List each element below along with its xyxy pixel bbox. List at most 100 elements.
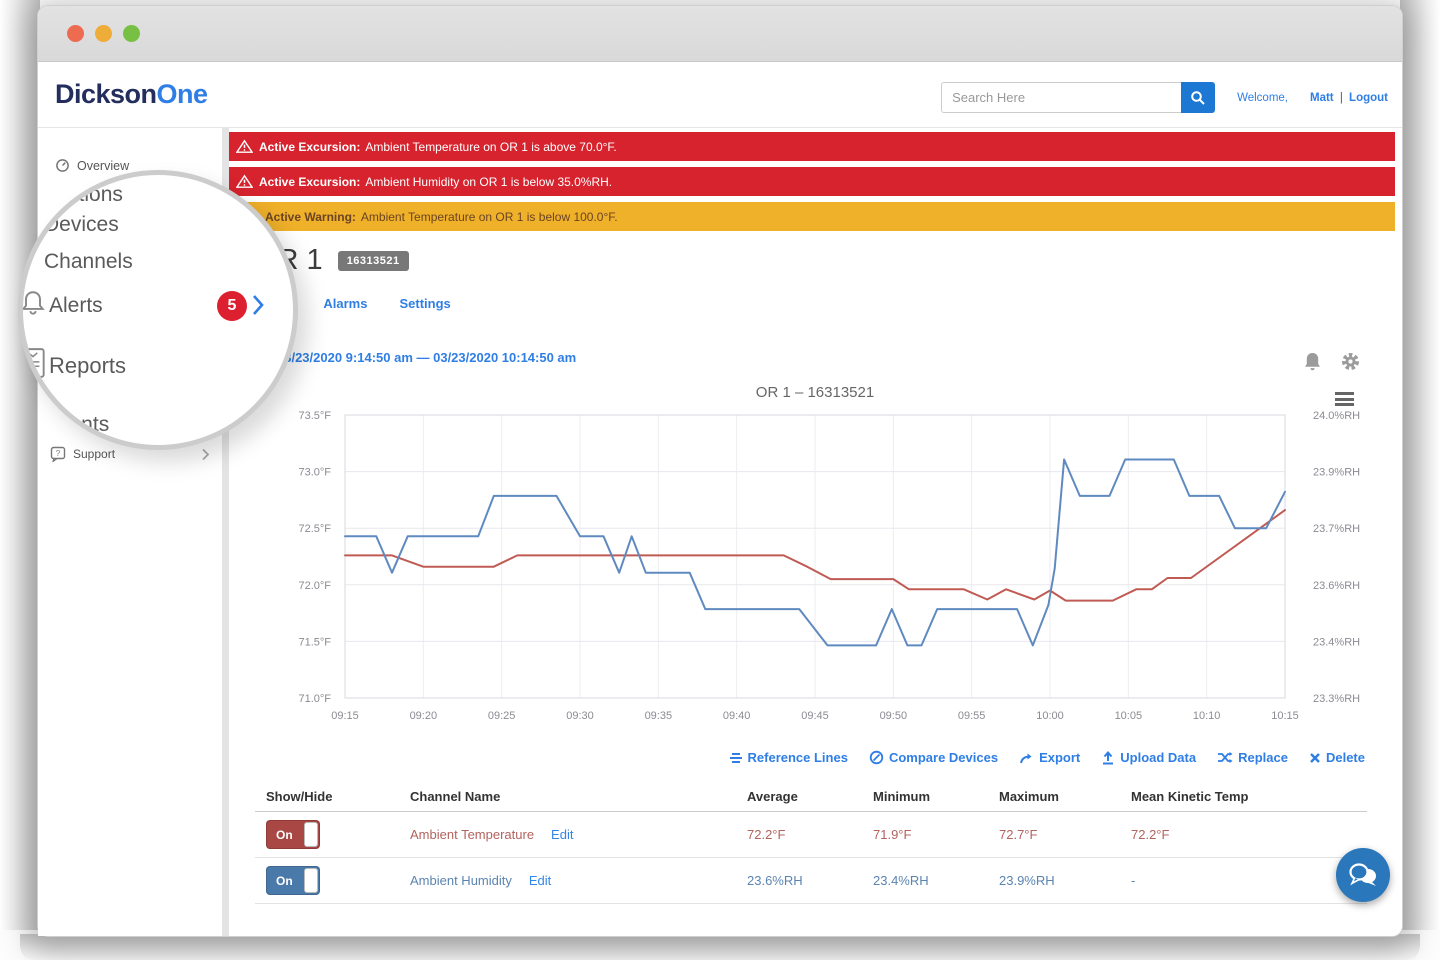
svg-text:73.0°F: 73.0°F [298, 467, 331, 479]
sidebar-item-support[interactable]: ? Support [50, 446, 115, 462]
upload-icon [1101, 751, 1115, 765]
tool-label: Export [1039, 750, 1080, 765]
temperature-toggle[interactable]: On [266, 820, 320, 849]
svg-text:09:40: 09:40 [723, 710, 751, 722]
svg-text:23.9%RH: 23.9%RH [1313, 467, 1360, 479]
svg-text:09:20: 09:20 [410, 710, 438, 722]
window-zoom-button[interactable] [123, 25, 140, 42]
sidebar-item-channels[interactable]: Channels [44, 250, 133, 274]
frame-edge-bottom [20, 934, 1420, 960]
humidity-toggle[interactable]: On [266, 866, 320, 895]
maximum-value: 72.7°F [988, 827, 1120, 842]
reference-lines-icon [729, 751, 743, 765]
col-header-channel: Channel Name [399, 789, 736, 804]
svg-text:23.6%RH: 23.6%RH [1313, 580, 1360, 592]
tool-label: Replace [1238, 750, 1288, 765]
date-range-link[interactable]: 03/23/2020 9:14:50 am — 03/23/2020 10:14… [277, 350, 576, 365]
chart-title: OR 1 – 16313521 [345, 384, 1285, 401]
edit-channel-link[interactable]: Edit [551, 827, 573, 842]
delete-button[interactable]: Delete [1309, 750, 1365, 765]
col-header-showhide: Show/Hide [255, 789, 399, 804]
line-chart: 09:1509:2009:2509:3009:3509:4009:4509:50… [280, 406, 1395, 730]
logo-secondary: One [157, 79, 208, 109]
reference-lines-button[interactable]: Reference Lines [729, 750, 848, 765]
frame-edge-left [0, 0, 40, 930]
svg-text:72.5°F: 72.5°F [298, 523, 331, 535]
sidebar-item-locations[interactable]: Locations [33, 183, 123, 207]
minimum-value: 23.4%RH [862, 873, 988, 888]
tab-alarms[interactable]: Alarms [323, 296, 367, 320]
window-minimize-button[interactable] [95, 25, 112, 42]
export-arrow-icon [1019, 751, 1034, 765]
dicksonone-logo: DicksonOne [55, 79, 208, 110]
edit-channel-link[interactable]: Edit [529, 873, 551, 888]
excursion-banner: Active Excursion: Ambient Temperature on… [229, 132, 1395, 161]
banner-title: Active Warning: [265, 210, 356, 224]
svg-text:09:25: 09:25 [488, 710, 516, 722]
svg-text:09:45: 09:45 [801, 710, 829, 722]
sidebar-item-overview[interactable]: Overview [55, 158, 129, 173]
logout-link[interactable]: Logout [1349, 92, 1388, 104]
warning-banner: Active Warning: Ambient Temperature on O… [229, 202, 1395, 231]
chevron-right-icon[interactable] [201, 448, 210, 461]
sidebar-item-alerts[interactable]: Alerts [49, 294, 103, 318]
magnifier-lens: Locations Devices Channels Alerts 5 Repo… [18, 170, 298, 450]
delete-x-icon [1309, 752, 1321, 764]
settings-gear-icon[interactable] [1339, 350, 1361, 372]
maximum-value: 23.9%RH [988, 873, 1120, 888]
compare-devices-button[interactable]: Compare Devices [869, 750, 998, 765]
live-chat-button[interactable] [1336, 848, 1390, 902]
svg-text:10:00: 10:00 [1036, 710, 1064, 722]
sidebar-item-events[interactable]: Events [45, 413, 109, 437]
channel-name: Ambient Temperature [410, 827, 534, 842]
svg-text:?: ? [56, 449, 61, 458]
mkt-value: - [1120, 873, 1367, 888]
tool-label: Compare Devices [889, 750, 998, 765]
svg-text:23.3%RH: 23.3%RH [1313, 693, 1360, 705]
excursion-banner: Active Excursion: Ambient Humidity on OR… [229, 167, 1395, 196]
channel-table: Show/Hide Channel Name Average Minimum M… [255, 782, 1367, 904]
window-close-button[interactable] [67, 25, 84, 42]
col-header-average: Average [736, 789, 862, 804]
sidebar-item-reports[interactable]: Reports [49, 353, 126, 379]
tool-label: Upload Data [1120, 750, 1196, 765]
minimum-value: 71.9°F [862, 827, 988, 842]
table-header-row: Show/Hide Channel Name Average Minimum M… [255, 782, 1367, 812]
col-header-minimum: Minimum [862, 789, 988, 804]
upload-data-button[interactable]: Upload Data [1101, 750, 1196, 765]
banner-text: Ambient Temperature on OR 1 is below 100… [361, 210, 618, 224]
tool-label: Delete [1326, 750, 1365, 765]
sidebar-item-devices[interactable]: Devices [44, 213, 119, 237]
browser-window: DicksonOne Welcome, Matt | Logou [38, 6, 1402, 936]
svg-text:71.0°F: 71.0°F [298, 693, 331, 705]
toggle-knob [304, 822, 318, 847]
svg-text:09:15: 09:15 [331, 710, 359, 722]
table-row: On Ambient Humidity Edit 23.6%RH 23.4%RH… [255, 858, 1367, 904]
tab-settings[interactable]: Settings [399, 296, 450, 320]
warning-triangle-icon [236, 174, 253, 189]
notifications-bell-icon[interactable] [1301, 350, 1323, 372]
search-group [941, 82, 1215, 113]
bell-icon [19, 289, 47, 317]
toggle-label: On [276, 874, 293, 888]
sidebar-item-label: Overview [77, 159, 129, 173]
app-header: DicksonOne Welcome, Matt | Logou [38, 62, 1402, 128]
shuffle-icon [1217, 751, 1233, 764]
user-name-link[interactable]: Matt [1310, 92, 1334, 104]
replace-button[interactable]: Replace [1217, 750, 1288, 765]
banner-text: Ambient Temperature on OR 1 is above 70.… [365, 140, 616, 154]
svg-text:72.0°F: 72.0°F [298, 580, 331, 592]
svg-text:09:50: 09:50 [880, 710, 908, 722]
alert-banners: Active Excursion: Ambient Temperature on… [229, 132, 1395, 237]
export-button[interactable]: Export [1019, 750, 1080, 765]
toggle-label: On [276, 828, 293, 842]
search-input[interactable] [941, 82, 1181, 113]
mkt-value: 72.2°F [1120, 827, 1367, 842]
svg-text:10:10: 10:10 [1193, 710, 1221, 722]
sidebar-item-label: Support [73, 447, 115, 461]
col-header-maximum: Maximum [988, 789, 1120, 804]
compass-icon [869, 750, 884, 765]
alerts-chevron-icon[interactable] [251, 293, 265, 317]
search-button[interactable] [1181, 82, 1215, 113]
alerts-count-badge: 5 [217, 291, 247, 321]
